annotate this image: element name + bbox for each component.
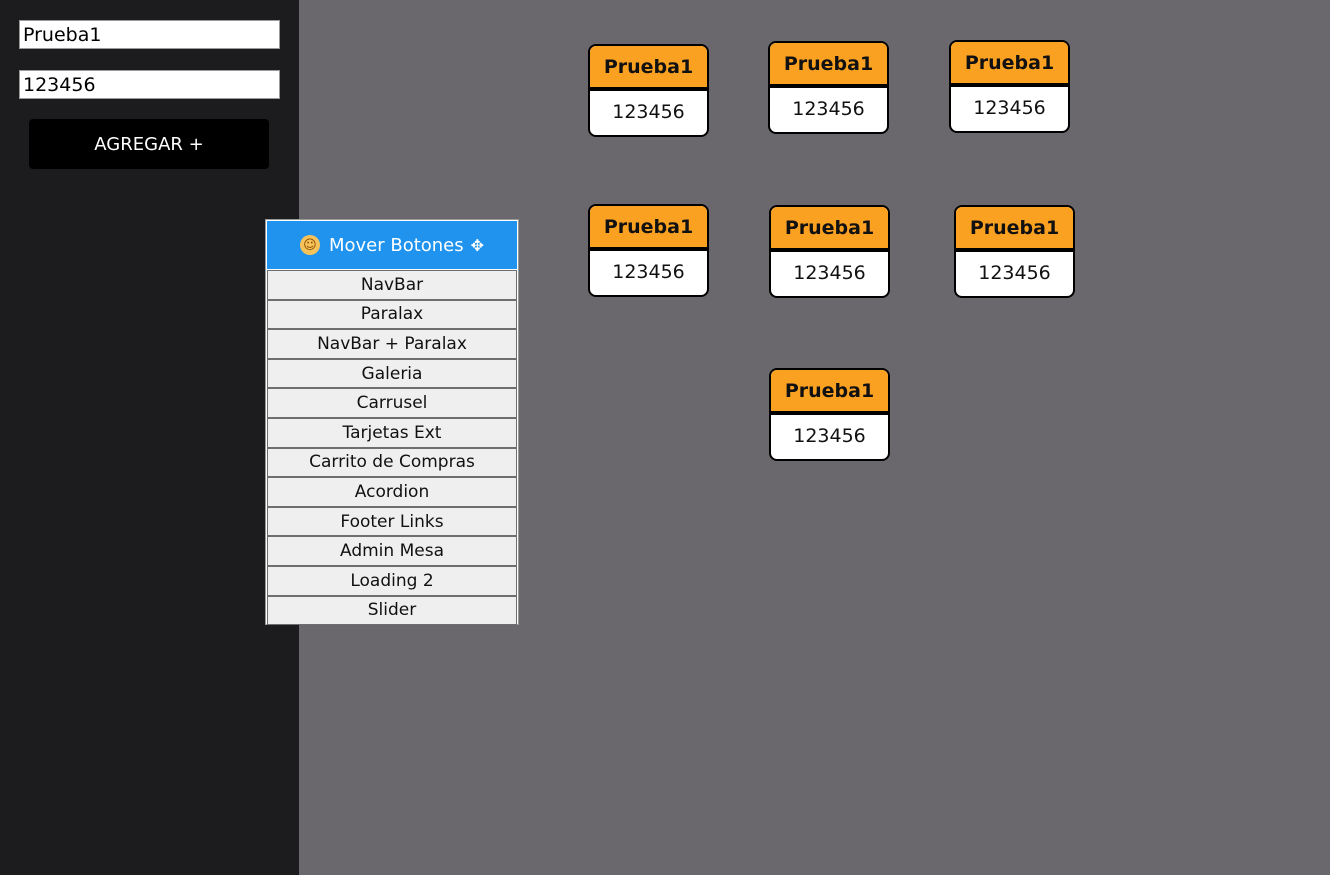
card[interactable]: Prueba1 123456 <box>954 205 1075 298</box>
mover-title: Mover Botones <box>328 234 464 256</box>
card-value: 123456 <box>973 97 1046 119</box>
mover-item-footer-links[interactable]: Footer Links <box>267 506 517 537</box>
card-title: Prueba1 <box>590 206 707 251</box>
card[interactable]: Prueba1 123456 <box>768 41 889 134</box>
card-value: 123456 <box>793 262 866 284</box>
sidebar: AGREGAR + <box>0 0 299 875</box>
card-value: 123456 <box>978 262 1051 284</box>
card[interactable]: Prueba1 123456 <box>588 204 709 297</box>
mover-panel: ☺ Mover Botones ✥ NavBar Paralax NavBar … <box>265 219 519 626</box>
move-arrows-icon: ✥ <box>470 235 485 255</box>
card-value: 123456 <box>612 261 685 283</box>
card-title: Prueba1 <box>771 207 888 252</box>
name-input[interactable] <box>19 20 280 49</box>
mover-header[interactable]: ☺ Mover Botones ✥ <box>267 221 517 269</box>
mover-item-acordion[interactable]: Acordion <box>267 477 517 507</box>
mover-item-slider[interactable]: Slider <box>267 595 517 626</box>
card[interactable]: Prueba1 123456 <box>588 44 709 137</box>
card-title: Prueba1 <box>590 46 707 91</box>
card-value: 123456 <box>793 425 866 447</box>
add-button[interactable]: AGREGAR + <box>29 119 269 169</box>
card-title: Prueba1 <box>956 207 1073 252</box>
mover-list: NavBar Paralax NavBar + Paralax Galeria … <box>267 270 517 626</box>
smiley-icon: ☺ <box>299 235 320 255</box>
mover-item-galeria[interactable]: Galeria <box>267 358 517 389</box>
mover-item-admin-mesa[interactable]: Admin Mesa <box>267 536 517 566</box>
mover-item-paralax[interactable]: Paralax <box>267 299 517 330</box>
number-input[interactable] <box>19 70 280 99</box>
card[interactable]: Prueba1 123456 <box>769 368 890 461</box>
card-value: 123456 <box>612 101 685 123</box>
card-title: Prueba1 <box>951 42 1068 87</box>
card[interactable]: Prueba1 123456 <box>949 40 1070 133</box>
mover-item-loading-2[interactable]: Loading 2 <box>267 565 517 596</box>
mover-item-tarjetas-ext[interactable]: Tarjetas Ext <box>267 417 517 448</box>
mover-item-carrusel[interactable]: Carrusel <box>267 388 517 418</box>
mover-item-navbar[interactable]: NavBar <box>267 270 517 300</box>
card-value: 123456 <box>792 98 865 120</box>
mover-item-carrito-de-compras[interactable]: Carrito de Compras <box>267 447 517 478</box>
card-title: Prueba1 <box>770 43 887 88</box>
card[interactable]: Prueba1 123456 <box>769 205 890 298</box>
mover-item-navbar-paralax[interactable]: NavBar + Paralax <box>267 329 517 359</box>
card-title: Prueba1 <box>771 370 888 415</box>
